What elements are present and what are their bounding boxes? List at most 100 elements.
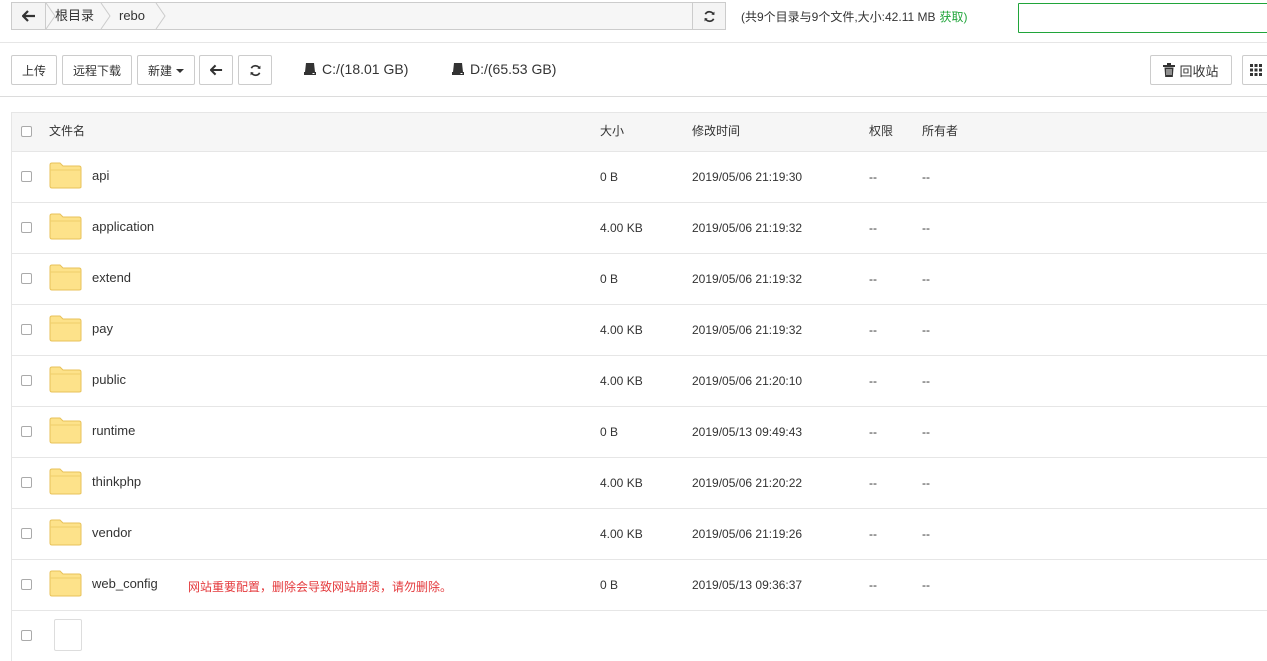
file-perm: -- xyxy=(869,578,877,592)
file-owner: -- xyxy=(922,170,930,184)
refresh-icon xyxy=(250,64,260,76)
file-size: 0 B xyxy=(600,272,619,286)
table-row[interactable]: vendor 4.00 KB 2019/05/06 21:19:26 -- -- xyxy=(12,509,1267,560)
file-size: 0 B xyxy=(600,578,619,592)
file-size: 4.00 KB xyxy=(600,323,643,337)
file-perm: -- xyxy=(869,170,877,184)
file-perm: -- xyxy=(869,323,877,337)
arrow-left-icon xyxy=(21,10,35,22)
file-size: 4.00 KB xyxy=(600,374,643,388)
table-row[interactable]: thinkphp 4.00 KB 2019/05/06 21:20:22 -- -- xyxy=(12,458,1267,509)
file-perm: -- xyxy=(869,527,877,541)
upload-button[interactable]: 上传 xyxy=(11,55,57,85)
file-table: 文件名 大小 修改时间 权限 所有者 api 0 B 2019/05/06 21:1… xyxy=(11,112,1267,661)
file-mtime: 2019/05/06 21:20:22 xyxy=(692,476,803,490)
file-owner: -- xyxy=(922,476,930,490)
path-back-button[interactable] xyxy=(12,3,46,29)
hard-drive-icon xyxy=(452,63,464,75)
file-perm: -- xyxy=(869,374,877,388)
row-checkbox[interactable] xyxy=(21,171,32,182)
folder-icon xyxy=(49,468,82,495)
hard-drive-icon xyxy=(304,63,316,75)
file-name[interactable]: web_config xyxy=(92,576,158,591)
file-name[interactable]: application xyxy=(92,219,154,234)
row-checkbox[interactable] xyxy=(21,324,32,335)
file-owner: -- xyxy=(922,323,930,337)
arrow-left-icon xyxy=(209,64,222,76)
file-mtime: 2019/05/06 21:19:32 xyxy=(692,272,803,286)
table-row[interactable]: extend 0 B 2019/05/06 21:19:32 -- -- xyxy=(12,254,1267,305)
back-button[interactable] xyxy=(199,55,233,85)
dir-summary: (共9个目录与9个文件,大小:42.11 MB 获取) xyxy=(741,8,968,25)
file-mtime: 2019/05/13 09:49:43 xyxy=(692,425,803,439)
file-owner: -- xyxy=(922,374,930,388)
table-header: 文件名 大小 修改时间 权限 所有者 xyxy=(12,112,1267,152)
table-row-partial[interactable] xyxy=(12,611,1267,661)
grid-view-button[interactable] xyxy=(1242,55,1267,85)
file-name[interactable]: pay xyxy=(92,321,113,336)
header-owner: 所有者 xyxy=(922,124,959,138)
row-checkbox[interactable] xyxy=(21,477,32,488)
file-perm: -- xyxy=(869,476,877,490)
folder-icon xyxy=(49,315,82,342)
table-row[interactable]: web_config 网站重要配置，删除会导致网站崩溃，请勿删除。 0 B 2019/… xyxy=(12,560,1267,611)
warning-note: 网站重要配置，删除会导致网站崩溃，请勿删除。 xyxy=(188,580,453,594)
header-size[interactable]: 大小 xyxy=(600,113,624,150)
refresh-icon xyxy=(704,10,714,22)
select-all-checkbox[interactable] xyxy=(21,126,32,137)
caret-down-icon xyxy=(176,69,184,73)
file-name[interactable]: api xyxy=(92,168,109,183)
file-mtime: 2019/05/06 21:19:30 xyxy=(692,170,803,184)
path-refresh-button[interactable] xyxy=(692,3,725,29)
file-size: 0 B xyxy=(600,170,619,184)
header-name[interactable]: 文件名 xyxy=(49,113,85,150)
get-size-link[interactable]: 获取) xyxy=(940,10,968,24)
row-checkbox[interactable] xyxy=(21,528,32,539)
header-mtime[interactable]: 修改时间 xyxy=(692,113,740,150)
recycle-bin-button[interactable]: 回收站 xyxy=(1150,55,1232,85)
folder-icon xyxy=(49,213,82,240)
remote-download-label: 远程下载 xyxy=(72,63,121,78)
summary-text: (共9个目录与9个文件,大小:42.11 MB xyxy=(741,10,936,24)
file-owner: -- xyxy=(922,425,930,439)
file-name[interactable]: thinkphp xyxy=(92,474,141,489)
table-row[interactable]: application 4.00 KB 2019/05/06 21:19:32 -- -… xyxy=(12,203,1267,254)
file-mtime: 2019/05/13 09:36:37 xyxy=(692,578,803,592)
row-checkbox[interactable] xyxy=(21,579,32,590)
header-perm: 权限 xyxy=(869,124,894,138)
table-row[interactable]: runtime 0 B 2019/05/13 09:49:43 -- -- xyxy=(12,407,1267,458)
table-row[interactable]: api 0 B 2019/05/06 21:19:30 -- -- xyxy=(12,152,1267,203)
file-name[interactable]: public xyxy=(92,372,126,387)
file-name[interactable]: runtime xyxy=(92,423,135,438)
table-row[interactable]: pay 4.00 KB 2019/05/06 21:19:32 -- -- xyxy=(12,305,1267,356)
disk-d[interactable]: D:/(65.53 GB) xyxy=(451,61,556,77)
file-mtime: 2019/05/06 21:19:32 xyxy=(692,323,803,337)
file-name[interactable]: extend xyxy=(92,270,131,285)
row-checkbox[interactable] xyxy=(21,630,32,641)
row-checkbox[interactable] xyxy=(21,426,32,437)
divider xyxy=(0,42,1267,43)
folder-icon xyxy=(49,519,82,546)
row-checkbox[interactable] xyxy=(21,375,32,386)
file-name[interactable]: vendor xyxy=(92,525,132,540)
folder-icon xyxy=(49,417,82,444)
breadcrumb-rebo[interactable]: rebo xyxy=(119,3,145,29)
divider xyxy=(0,96,1267,97)
disk-c[interactable]: C:/(18.01 GB) xyxy=(303,61,408,77)
folder-icon xyxy=(49,570,82,597)
refresh-button[interactable] xyxy=(238,55,272,85)
file-size: 4.00 KB xyxy=(600,527,643,541)
folder-icon xyxy=(49,162,82,189)
file-perm: -- xyxy=(869,272,877,286)
new-dropdown-button[interactable]: 新建 xyxy=(137,55,195,85)
file-size: 4.00 KB xyxy=(600,221,643,235)
table-row[interactable]: public 4.00 KB 2019/05/06 21:20:10 -- -- xyxy=(12,356,1267,407)
breadcrumb-separator xyxy=(155,3,166,29)
breadcrumb-root[interactable]: 根目录 xyxy=(55,3,94,29)
row-checkbox[interactable] xyxy=(21,273,32,284)
remote-download-button[interactable]: 远程下载 xyxy=(62,55,132,85)
upload-label: 上传 xyxy=(21,63,46,78)
row-checkbox[interactable] xyxy=(21,222,32,233)
file-owner: -- xyxy=(922,272,930,286)
search-input[interactable] xyxy=(1018,3,1267,33)
